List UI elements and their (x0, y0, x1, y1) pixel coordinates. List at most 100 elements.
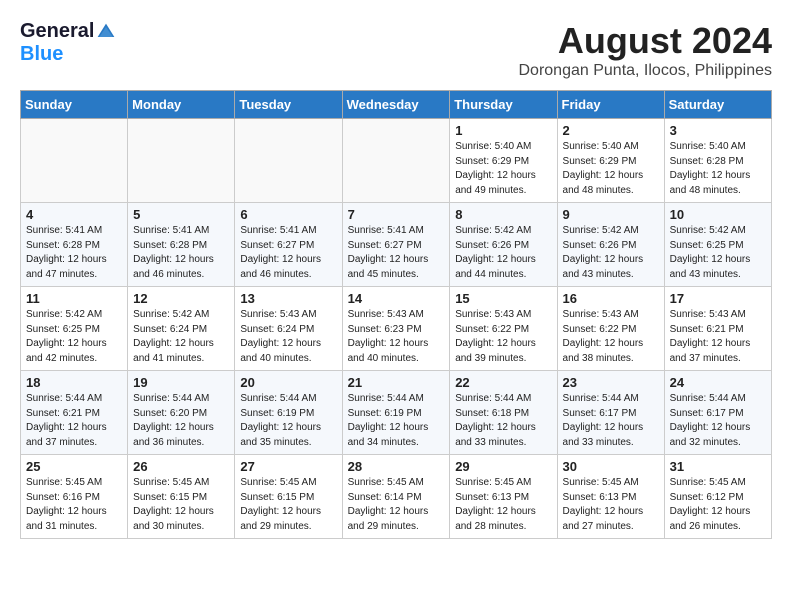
calendar-cell: 30 Sunrise: 5:45 AM Sunset: 6:13 PM Dayli… (557, 455, 664, 539)
calendar-cell: 6 Sunrise: 5:41 AM Sunset: 6:27 PM Daylig… (235, 203, 342, 287)
calendar-cell: 20 Sunrise: 5:44 AM Sunset: 6:19 PM Dayli… (235, 371, 342, 455)
day-number: 25 (26, 459, 122, 474)
day-number: 18 (26, 375, 122, 390)
calendar-cell: 29Sunrise: 5:45 AM Sunset: 6:13 PM Dayli… (450, 455, 557, 539)
calendar-cell: 25 Sunrise: 5:45 AM Sunset: 6:16 PM Dayli… (21, 455, 128, 539)
calendar-cell: 10Sunrise: 5:42 AM Sunset: 6:25 PM Dayli… (664, 203, 771, 287)
day-info: Sunrise: 5:44 AM Sunset: 6:21 PM Dayligh… (26, 392, 122, 450)
calendar-week-row: 1 Sunrise: 5:40 AM Sunset: 6:29 PM Daylig… (21, 119, 772, 203)
calendar-cell: 3Sunrise: 5:40 AM Sunset: 6:28 PM Daylig… (664, 119, 771, 203)
day-info: Sunrise: 5:42 AM Sunset: 6:26 PM Dayligh… (563, 224, 659, 282)
calendar-cell: 13 Sunrise: 5:43 AM Sunset: 6:24 PM Dayli… (235, 287, 342, 371)
day-info: Sunrise: 5:41 AM Sunset: 6:28 PM Dayligh… (133, 224, 229, 282)
day-info: Sunrise: 5:44 AM Sunset: 6:20 PM Dayligh… (133, 392, 229, 450)
calendar-cell: 7Sunrise: 5:41 AM Sunset: 6:27 PM Daylig… (342, 203, 450, 287)
calendar-cell: 18 Sunrise: 5:44 AM Sunset: 6:21 PM Dayli… (21, 371, 128, 455)
day-number: 12 (133, 291, 229, 306)
day-number: 31 (670, 459, 766, 474)
calendar-cell: 2 Sunrise: 5:40 AM Sunset: 6:29 PM Daylig… (557, 119, 664, 203)
logo-blue: Blue (20, 43, 63, 66)
day-number: 9 (563, 207, 659, 222)
day-info: Sunrise: 5:45 AM Sunset: 6:13 PM Dayligh… (563, 476, 659, 534)
calendar-cell: 16 Sunrise: 5:43 AM Sunset: 6:22 PM Dayli… (557, 287, 664, 371)
day-info: Sunrise: 5:41 AM Sunset: 6:27 PM Dayligh… (348, 224, 445, 282)
calendar-day-header: Friday (557, 91, 664, 119)
calendar-week-row: 25 Sunrise: 5:45 AM Sunset: 6:16 PM Dayli… (21, 455, 772, 539)
day-info: Sunrise: 5:44 AM Sunset: 6:17 PM Dayligh… (563, 392, 659, 450)
day-info: Sunrise: 5:40 AM Sunset: 6:29 PM Dayligh… (455, 140, 551, 198)
title-section: August 2024 Dorongan Punta, Ilocos, Phil… (519, 20, 773, 80)
day-info: Sunrise: 5:44 AM Sunset: 6:19 PM Dayligh… (240, 392, 336, 450)
day-number: 1 (455, 123, 551, 138)
calendar-day-header: Saturday (664, 91, 771, 119)
day-number: 16 (563, 291, 659, 306)
day-number: 28 (348, 459, 445, 474)
day-number: 23 (563, 375, 659, 390)
day-info: Sunrise: 5:45 AM Sunset: 6:13 PM Dayligh… (455, 476, 551, 534)
day-info: Sunrise: 5:40 AM Sunset: 6:28 PM Dayligh… (670, 140, 766, 198)
day-number: 6 (240, 207, 336, 222)
day-info: Sunrise: 5:44 AM Sunset: 6:18 PM Dayligh… (455, 392, 551, 450)
calendar-week-row: 11 Sunrise: 5:42 AM Sunset: 6:25 PM Dayli… (21, 287, 772, 371)
day-info: Sunrise: 5:41 AM Sunset: 6:27 PM Dayligh… (240, 224, 336, 282)
day-number: 14 (348, 291, 445, 306)
logo-general: General (20, 20, 94, 43)
calendar-cell (342, 119, 450, 203)
day-info: Sunrise: 5:45 AM Sunset: 6:12 PM Dayligh… (670, 476, 766, 534)
day-info: Sunrise: 5:43 AM Sunset: 6:22 PM Dayligh… (563, 308, 659, 366)
day-info: Sunrise: 5:45 AM Sunset: 6:16 PM Dayligh… (26, 476, 122, 534)
calendar-cell: 31 Sunrise: 5:45 AM Sunset: 6:12 PM Dayli… (664, 455, 771, 539)
day-number: 15 (455, 291, 551, 306)
calendar-cell: 17 Sunrise: 5:43 AM Sunset: 6:21 PM Dayli… (664, 287, 771, 371)
logo-icon (96, 22, 116, 42)
day-number: 30 (563, 459, 659, 474)
day-info: Sunrise: 5:45 AM Sunset: 6:14 PM Dayligh… (348, 476, 445, 534)
page-header: General Blue August 2024 Dorongan Punta,… (20, 20, 772, 80)
calendar-cell: 11 Sunrise: 5:42 AM Sunset: 6:25 PM Dayli… (21, 287, 128, 371)
logo: General Blue (20, 20, 116, 66)
calendar-cell: 15 Sunrise: 5:43 AM Sunset: 6:22 PM Dayli… (450, 287, 557, 371)
calendar-cell: 9 Sunrise: 5:42 AM Sunset: 6:26 PM Daylig… (557, 203, 664, 287)
day-number: 4 (26, 207, 122, 222)
day-number: 24 (670, 375, 766, 390)
day-info: Sunrise: 5:40 AM Sunset: 6:29 PM Dayligh… (563, 140, 659, 198)
calendar-cell (235, 119, 342, 203)
day-info: Sunrise: 5:43 AM Sunset: 6:22 PM Dayligh… (455, 308, 551, 366)
calendar-week-row: 18 Sunrise: 5:44 AM Sunset: 6:21 PM Dayli… (21, 371, 772, 455)
calendar-cell: 27 Sunrise: 5:45 AM Sunset: 6:15 PM Dayli… (235, 455, 342, 539)
day-number: 13 (240, 291, 336, 306)
day-info: Sunrise: 5:43 AM Sunset: 6:24 PM Dayligh… (240, 308, 336, 366)
calendar-cell: 22 Sunrise: 5:44 AM Sunset: 6:18 PM Dayli… (450, 371, 557, 455)
day-number: 20 (240, 375, 336, 390)
calendar: SundayMondayTuesdayWednesdayThursdayFrid… (20, 90, 772, 539)
day-info: Sunrise: 5:43 AM Sunset: 6:21 PM Dayligh… (670, 308, 766, 366)
day-number: 5 (133, 207, 229, 222)
day-number: 8 (455, 207, 551, 222)
calendar-cell: 14Sunrise: 5:43 AM Sunset: 6:23 PM Dayli… (342, 287, 450, 371)
day-info: Sunrise: 5:44 AM Sunset: 6:17 PM Dayligh… (670, 392, 766, 450)
day-number: 2 (563, 123, 659, 138)
calendar-cell: 24 Sunrise: 5:44 AM Sunset: 6:17 PM Dayli… (664, 371, 771, 455)
calendar-cell: 12 Sunrise: 5:42 AM Sunset: 6:24 PM Dayli… (128, 287, 235, 371)
calendar-cell (21, 119, 128, 203)
day-info: Sunrise: 5:41 AM Sunset: 6:28 PM Dayligh… (26, 224, 122, 282)
calendar-cell: 21Sunrise: 5:44 AM Sunset: 6:19 PM Dayli… (342, 371, 450, 455)
day-number: 26 (133, 459, 229, 474)
day-number: 17 (670, 291, 766, 306)
day-number: 10 (670, 207, 766, 222)
day-info: Sunrise: 5:42 AM Sunset: 6:25 PM Dayligh… (26, 308, 122, 366)
month-title: August 2024 (519, 20, 773, 62)
day-info: Sunrise: 5:45 AM Sunset: 6:15 PM Dayligh… (240, 476, 336, 534)
calendar-cell: 1 Sunrise: 5:40 AM Sunset: 6:29 PM Daylig… (450, 119, 557, 203)
day-number: 19 (133, 375, 229, 390)
day-info: Sunrise: 5:42 AM Sunset: 6:24 PM Dayligh… (133, 308, 229, 366)
calendar-cell: 8Sunrise: 5:42 AM Sunset: 6:26 PM Daylig… (450, 203, 557, 287)
day-number: 11 (26, 291, 122, 306)
day-number: 22 (455, 375, 551, 390)
calendar-day-header: Thursday (450, 91, 557, 119)
calendar-cell: 4 Sunrise: 5:41 AM Sunset: 6:28 PM Daylig… (21, 203, 128, 287)
day-number: 27 (240, 459, 336, 474)
day-info: Sunrise: 5:44 AM Sunset: 6:19 PM Dayligh… (348, 392, 445, 450)
calendar-cell: 26 Sunrise: 5:45 AM Sunset: 6:15 PM Dayli… (128, 455, 235, 539)
day-info: Sunrise: 5:45 AM Sunset: 6:15 PM Dayligh… (133, 476, 229, 534)
